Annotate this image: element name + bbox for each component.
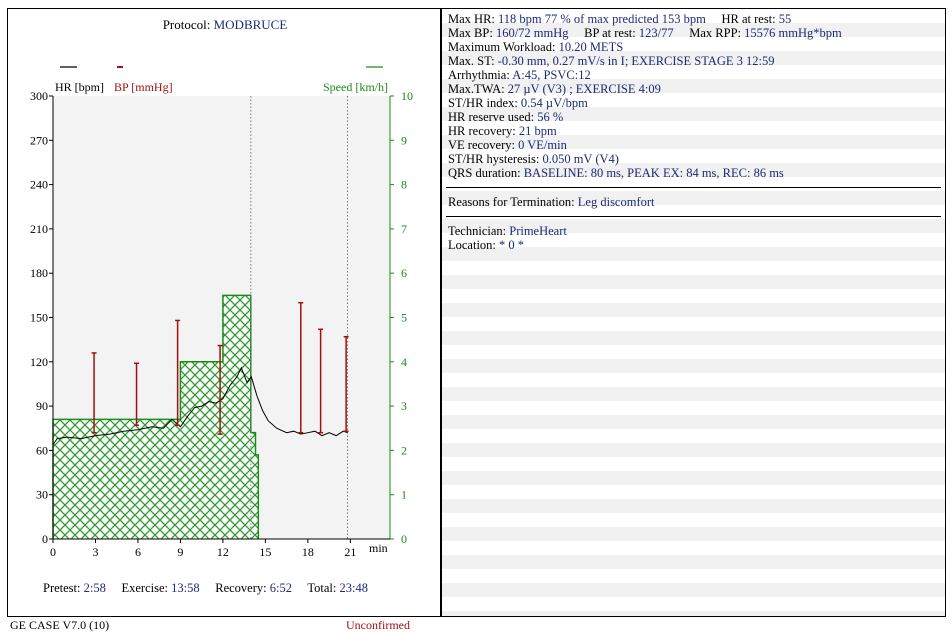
max-hr-label: Max HR: — [448, 12, 495, 26]
ve-recovery-value: 0 VE/min — [518, 138, 567, 152]
y-right-tick-label: 1 — [401, 488, 407, 502]
arrhythmia-row: Arrhythmia: A:45, PSVC:12 — [448, 68, 591, 82]
y-left-tick-label: 270 — [30, 133, 48, 147]
bp-axis-label: BP [mmHg] — [114, 80, 173, 94]
y-right-tick-label: 7 — [401, 222, 407, 236]
max-twa-label: Max.TWA: — [448, 82, 505, 96]
y-right-tick-label: 3 — [401, 399, 407, 413]
location-label: Location: — [448, 238, 496, 252]
qrs-duration-label: QRS duration: — [448, 166, 521, 180]
hr-recovery-value: 21 bpm — [518, 124, 557, 138]
x-axis-label: min — [369, 541, 388, 555]
max-twa-row: Max.TWA: 27 µV (V3) ; EXERCISE 4:09 — [448, 82, 661, 96]
y-left-tick-label: 30 — [36, 488, 48, 502]
y-right-tick-label: 4 — [401, 355, 407, 369]
technician-label: Technician: — [448, 224, 507, 238]
st-hr-hysteresis-value: 0.050 mV (V4) — [542, 152, 619, 166]
technician-row: Technician: PrimeHeart — [448, 224, 567, 238]
y-left-tick-label: 300 — [30, 89, 48, 103]
arrhythmia-label: Arrhythmia: — [448, 68, 510, 82]
qrs-duration-value: BASELINE: 80 ms, PEAK EX: 84 ms, REC: 86… — [523, 166, 784, 180]
termination-row: Reasons for Termination: Leg discomfort — [448, 195, 655, 209]
speed-step — [222, 295, 251, 539]
termination-label: Reasons for Termination: — [448, 195, 575, 209]
workload-row: Maximum Workload: 10.20 METS — [448, 40, 623, 54]
x-tick-label: 9 — [177, 545, 183, 559]
hr-reserve-label: HR reserve used: — [448, 110, 535, 124]
qrs-duration-row: QRS duration: BASELINE: 80 ms, PEAK EX: … — [448, 166, 784, 180]
y-left-tick-label: 90 — [36, 399, 48, 413]
max-st-row: Max. ST: -0.30 mm, 0.27 mV/s in I; EXERC… — [448, 54, 775, 68]
max-bp-row: Max BP: 160/72 mmHg BP at rest: 123/77 M… — [448, 26, 842, 40]
hr-axis-label: HR [bpm] — [55, 80, 104, 94]
hr-reserve-row: HR reserve used: 56 % — [448, 110, 563, 124]
arrhythmia-value: A:45, PSVC:12 — [512, 68, 591, 82]
hr-recovery-label: HR recovery: — [448, 124, 516, 138]
st-hr-index-value: 0.54 µV/bpm — [520, 96, 588, 110]
workload-label: Maximum Workload: — [448, 40, 556, 54]
summary-panel: Max HR: 118 bpm 77 % of max predicted 15… — [441, 8, 946, 617]
y-left-tick-label: 60 — [36, 443, 48, 457]
speed-axis-label: Speed [km/h] — [323, 80, 388, 94]
st-hr-index-label: ST/HR index: — [448, 96, 518, 110]
bp-rest-label: BP at rest: — [584, 26, 636, 40]
y-left-tick-label: 0 — [42, 532, 48, 546]
hr-reserve-value: 56 % — [537, 110, 564, 124]
st-hr-hysteresis-row: ST/HR hysteresis: 0.050 mV (V4) — [448, 152, 619, 166]
hr-rest-label: HR at rest: — [721, 12, 776, 26]
technician-value: PrimeHeart — [509, 224, 567, 238]
y-left-tick-label: 240 — [30, 178, 48, 192]
ve-recovery-label: VE recovery: — [448, 138, 515, 152]
x-tick-label: 18 — [302, 545, 314, 559]
y-left-tick-label: 150 — [30, 311, 48, 325]
speed-step — [180, 361, 223, 539]
location-row: Location: * 0 * — [448, 238, 524, 252]
st-hr-index-row: ST/HR index: 0.54 µV/bpm — [448, 96, 588, 110]
max-bp-label: Max BP: — [448, 26, 493, 40]
y-right-tick-label: 2 — [401, 443, 407, 457]
termination-value: Leg discomfort — [577, 195, 655, 209]
y-right-tick-label: 5 — [401, 311, 407, 325]
workload-value: 10.20 METS — [558, 40, 624, 54]
x-tick-label: 0 — [50, 545, 56, 559]
y-right-tick-label: 9 — [401, 133, 407, 147]
y-right-tick-label: 0 — [401, 532, 407, 546]
separator-line — [446, 187, 941, 188]
y-right-tick-label: 8 — [401, 178, 407, 192]
max-rpp-label: Max RPP: — [689, 26, 742, 40]
y-right-tick-label: 10 — [401, 89, 413, 103]
max-bp-value: 160/72 mmHg — [495, 26, 569, 40]
y-left-tick-label: 120 — [30, 355, 48, 369]
st-hr-hysteresis-label: ST/HR hysteresis: — [448, 152, 540, 166]
separator-line — [446, 216, 941, 217]
hr-recovery-row: HR recovery: 21 bpm — [448, 124, 557, 138]
speed-step — [135, 419, 181, 539]
y-left-tick-label: 210 — [30, 222, 48, 236]
x-tick-label: 3 — [92, 545, 98, 559]
max-hr-value: 118 bpm 77 % of max predicted 153 bpm — [498, 12, 706, 26]
hr-rest-value: 55 — [778, 12, 792, 26]
x-tick-label: 21 — [344, 545, 356, 559]
y-left-tick-label: 180 — [30, 266, 48, 280]
x-tick-label: 6 — [135, 545, 141, 559]
max-twa-value: 27 µV (V3) ; EXERCISE 4:09 — [507, 82, 661, 96]
max-hr-row: Max HR: 118 bpm 77 % of max predicted 15… — [448, 12, 791, 26]
ve-recovery-row: VE recovery: 0 VE/min — [448, 138, 567, 152]
x-tick-label: 15 — [259, 545, 271, 559]
location-value: * 0 * — [499, 238, 525, 252]
y-right-tick-label: 6 — [401, 266, 407, 280]
max-st-value: -0.30 mm, 0.27 mV/s in I; EXERCISE STAGE… — [497, 54, 775, 68]
x-tick-label: 12 — [217, 545, 229, 559]
bp-rest-value: 123/77 — [638, 26, 674, 40]
max-st-label: Max. ST: — [448, 54, 495, 68]
max-rpp-value: 15576 mmHg*bpm — [744, 26, 842, 40]
